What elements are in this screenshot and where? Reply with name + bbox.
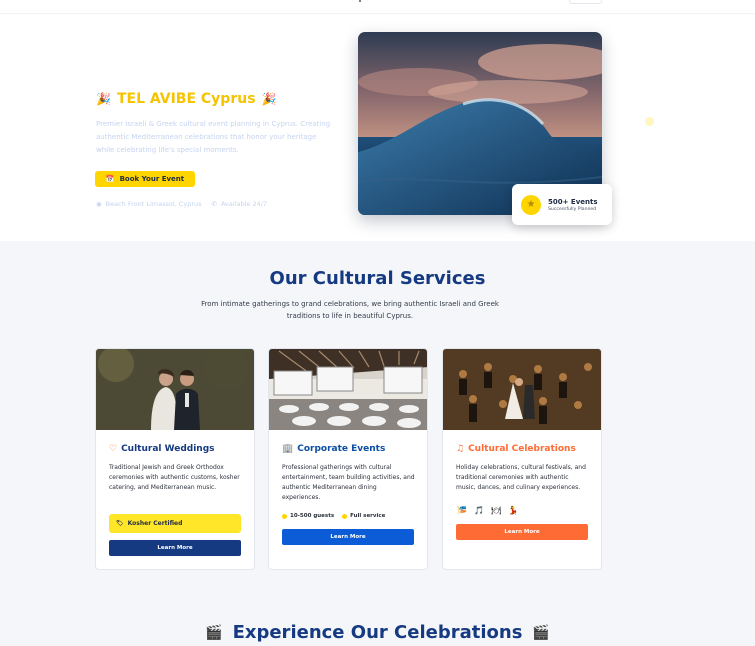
corporate-tags: 10-500 guests Full service	[282, 513, 385, 519]
stat-value: 500+ Events	[548, 197, 598, 206]
heart-icon: ♡	[109, 444, 118, 454]
book-event-button[interactable]: 📅 Book Your Event	[95, 171, 195, 187]
building-icon: 🏢	[282, 444, 294, 454]
availability-item: ✆ Available 24/7	[212, 200, 268, 208]
card-title-text: Cultural Celebrations	[468, 444, 576, 454]
nav-button[interactable]	[569, 0, 602, 4]
hero-section: 🎉 TEL AVIBE Cyprus 🎉 Premier Israeli & G…	[0, 14, 755, 241]
services-subtitle: From intimate gatherings to grand celebr…	[201, 300, 499, 320]
service-tag: Full service	[342, 513, 385, 519]
card-description: Professional gatherings with cultural en…	[282, 464, 415, 501]
calendar-icon: 📅	[105, 175, 115, 183]
service-card-weddings: ♡ Cultural Weddings Traditional Jewish a…	[95, 348, 255, 570]
events-stat-card: ★ 500+ Events Successfully Planned	[512, 184, 612, 225]
dancer-icon: 💃	[508, 506, 519, 515]
kosher-badge-label: Kosher Certified	[127, 520, 183, 527]
plate-icon: 🍽	[490, 506, 502, 515]
users-icon	[282, 513, 287, 519]
services-title: Our Cultural Services	[269, 268, 486, 289]
hero-title-text: TEL AVIBE Cyprus	[116, 91, 256, 107]
learn-more-button[interactable]: Learn More	[109, 540, 241, 556]
service-card-celebrations: ♫ Cultural Celebrations Holiday celebrat…	[442, 348, 602, 570]
stat-label: Successfully Planned	[548, 206, 597, 212]
location-item: ◉ Beach Front Limassol, Cyprus	[96, 200, 202, 208]
card-title-corporate: 🏢 Corporate Events	[282, 444, 385, 454]
card-description: Traditional Jewish and Greek Orthodox ce…	[109, 464, 240, 491]
hero-title: 🎉 TEL AVIBE Cyprus 🎉	[96, 91, 276, 107]
wedding-couple-image	[96, 349, 254, 430]
experience-title: 🎬 Experience Our Celebrations 🎬	[0, 622, 755, 643]
hero-description: Premier Israeli & Greek cultural event p…	[96, 120, 331, 154]
guests-tag: 10-500 guests	[282, 513, 334, 519]
celebration-icons: 🎏 🎵 🍽 💃	[457, 506, 518, 515]
flags-icon: 🎏	[457, 506, 467, 515]
service-tag-label: Full service	[350, 513, 386, 519]
card-title-text: Corporate Events	[297, 444, 386, 454]
hero-meta: ◉ Beach Front Limassol, Cyprus ✆ Availab…	[96, 200, 267, 208]
learn-more-button[interactable]: Learn More	[456, 524, 588, 540]
page: 🎉 TEL AVIBE Cyprus 🎉 Premier Israeli & G…	[0, 0, 755, 646]
phone-icon: ✆	[211, 200, 217, 208]
music-note-icon: ♫	[456, 444, 465, 454]
decorative-dot	[645, 117, 654, 126]
tag-icon: 🏷	[116, 520, 124, 527]
clapperboard-icon: 🎬	[532, 624, 550, 641]
star-icon: ★	[521, 194, 541, 215]
book-event-label: Book Your Event	[119, 175, 185, 183]
card-title-weddings: ♡ Cultural Weddings	[109, 444, 215, 454]
check-icon	[342, 513, 348, 519]
service-card-corporate: 🏢 Corporate Events Professional gatherin…	[268, 348, 428, 570]
card-title-text: Cultural Weddings	[121, 444, 215, 454]
dance-party-image	[443, 349, 601, 430]
party-popper-icon: 🎉	[261, 92, 277, 106]
availability-text: Available 24/7	[220, 200, 268, 208]
nav-dot	[359, 0, 361, 2]
party-popper-icon: 🎉	[96, 92, 111, 106]
learn-more-button[interactable]: Learn More	[282, 529, 414, 545]
experience-title-text: Experience Our Celebrations	[232, 622, 523, 643]
location-pin-icon: ◉	[96, 200, 102, 208]
card-description: Holiday celebrations, cultural festivals…	[456, 464, 586, 491]
clapperboard-icon: 🎬	[205, 624, 223, 641]
conference-hall-image	[269, 349, 427, 430]
services-section: Our Cultural Services From intimate gath…	[0, 241, 755, 646]
card-title-celebrations: ♫ Cultural Celebrations	[456, 444, 576, 454]
music-notes-icon: 🎵	[473, 506, 484, 515]
guests-tag-label: 10-500 guests	[290, 513, 335, 519]
top-navbar	[0, 0, 755, 14]
location-text: Beach Front Limassol, Cyprus	[105, 200, 202, 208]
kosher-badge: 🏷 Kosher Certified	[109, 514, 241, 533]
